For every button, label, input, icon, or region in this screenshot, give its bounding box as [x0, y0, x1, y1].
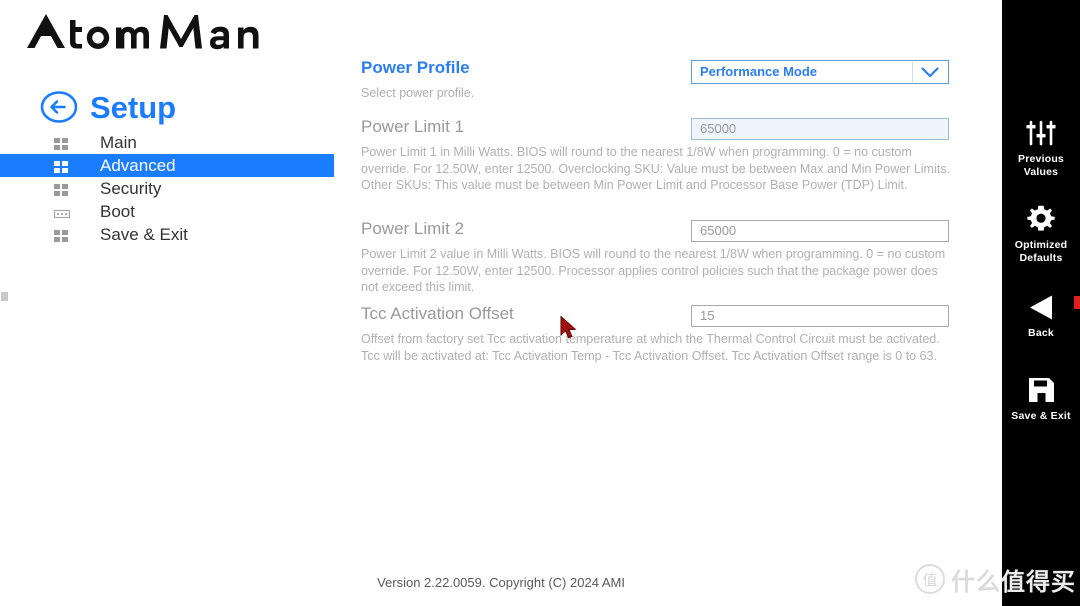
power-profile-value: Performance Mode	[700, 64, 818, 79]
power-limit-2-input[interactable]: 65000	[691, 220, 949, 242]
action-label: Back	[1028, 327, 1054, 339]
sidebar-nav: Main Advanced Security Boot Save & Exit	[0, 131, 334, 246]
power-limit-1-input[interactable]: 65000	[691, 118, 949, 140]
sidebar-item-security[interactable]: Security	[0, 177, 334, 200]
field-description: Select power profile.	[361, 86, 475, 100]
sidebar-item-label: Boot	[100, 201, 135, 221]
sliders-icon	[1002, 118, 1080, 148]
action-label: Optimized Defaults	[1014, 239, 1068, 264]
bios-setup-screen: Setup Main Advanced Security Boot Save &…	[0, 0, 1080, 606]
version-footer: Version 2.22.0059. Copyright (C) 2024 AM…	[377, 575, 625, 590]
previous-values-button[interactable]: Previous Values	[1002, 118, 1080, 179]
field-label: Power Profile	[361, 58, 470, 77]
field-label: Power Limit 2	[361, 219, 464, 238]
sidebar-item-label: Security	[100, 178, 162, 198]
action-sidebar: Previous Values Optimized Defaults Back	[1002, 0, 1080, 606]
grid-squares-icon	[54, 137, 68, 150]
field-description: Offset from factory set Tcc activation t…	[361, 332, 940, 363]
floppy-disk-icon	[1002, 375, 1080, 405]
left-edge-artifact	[1, 292, 8, 301]
atomman-logo	[24, 8, 264, 56]
grid-squares-icon	[54, 229, 68, 242]
grid-squares-icon	[54, 183, 68, 196]
field-description: Power Limit 2 value in Milli Watts. BIOS…	[361, 247, 946, 294]
sidebar-item-label: Main	[100, 132, 137, 152]
field-label: Power Limit 1	[361, 117, 464, 136]
field-description: Power Limit 1 in Milli Watts. BIOS will …	[361, 145, 950, 192]
sidebar-item-label: Save & Exit	[100, 224, 188, 244]
chevron-down-icon[interactable]	[912, 62, 947, 82]
setup-header: Setup	[40, 88, 176, 126]
sidebar-item-save-and-exit[interactable]: Save & Exit	[0, 223, 334, 246]
field-label: Tcc Activation Offset	[361, 304, 514, 323]
sidebar-item-boot[interactable]: Boot	[0, 200, 334, 223]
keyboard-icon	[53, 206, 71, 218]
sidebar-item-advanced[interactable]: Advanced	[0, 154, 334, 177]
grid-squares-icon	[54, 160, 68, 173]
save-and-exit-button[interactable]: Save & Exit	[1002, 375, 1080, 423]
action-label: Save & Exit	[1011, 410, 1071, 422]
sidebar-item-label: Advanced	[100, 155, 176, 175]
circle-left-arrow-icon[interactable]	[40, 88, 78, 126]
gear-icon	[1002, 204, 1080, 234]
left-triangle-icon	[1002, 292, 1080, 322]
tcc-activation-offset-input[interactable]: 15	[691, 305, 949, 327]
power-profile-select[interactable]: Performance Mode	[691, 60, 949, 84]
back-button[interactable]: Back	[1002, 292, 1080, 340]
right-edge-artifact	[1074, 296, 1080, 309]
optimized-defaults-button[interactable]: Optimized Defaults	[1002, 204, 1080, 265]
sidebar-item-main[interactable]: Main	[0, 131, 334, 154]
page-title: Setup	[90, 89, 177, 125]
action-label: Previous Values	[1018, 153, 1064, 178]
